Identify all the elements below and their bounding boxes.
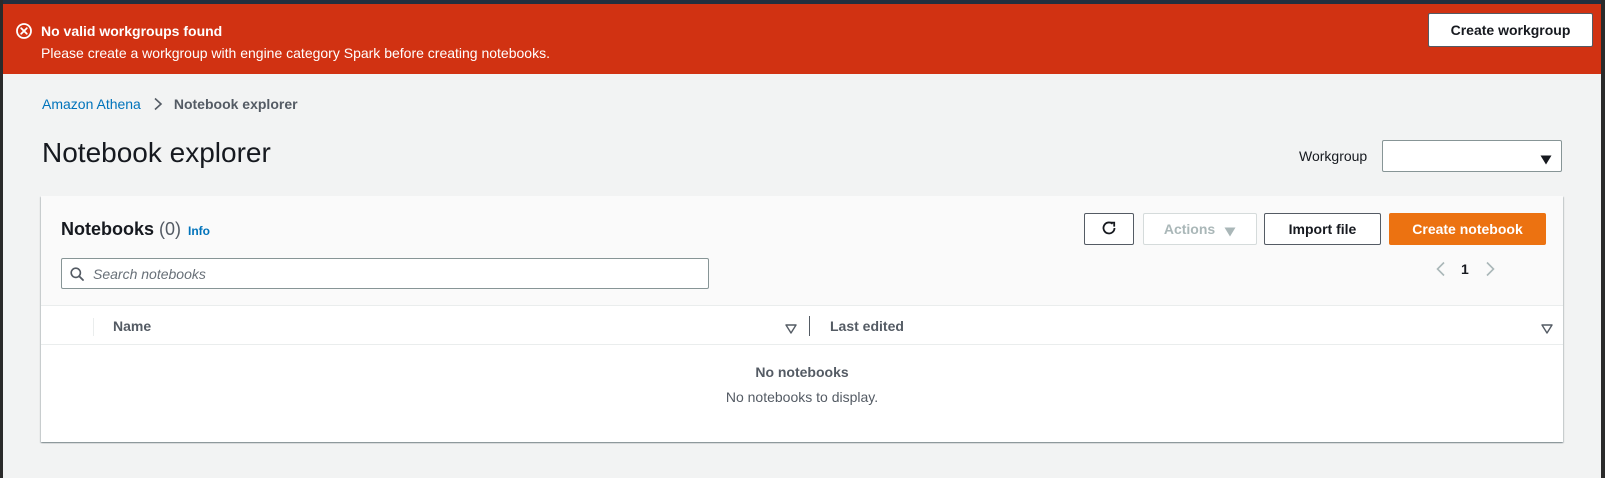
- caret-down-icon: [1224, 224, 1236, 237]
- breadcrumb-amazon-athena-link[interactable]: Amazon Athena: [42, 96, 141, 112]
- column-divider: [93, 318, 94, 336]
- create-notebook-button[interactable]: Create notebook: [1389, 213, 1546, 245]
- chevron-right-icon[interactable]: [1483, 261, 1497, 277]
- error-alert-banner: No valid workgroups found Please create …: [3, 4, 1601, 74]
- workgroup-label: Workgroup: [1299, 148, 1368, 164]
- empty-state-title: No notebooks: [755, 364, 849, 380]
- actions-label: Actions: [1163, 221, 1216, 237]
- search-notebooks-field[interactable]: [61, 258, 709, 289]
- notebooks-panel-header: Notebooks (0) Info Actions Import file C…: [41, 196, 1563, 306]
- import-file-button[interactable]: Import file: [1264, 213, 1381, 245]
- search-input[interactable]: [93, 259, 693, 288]
- chevron-left-icon[interactable]: [1434, 261, 1448, 277]
- breadcrumb: Amazon Athena Notebook explorer: [42, 96, 298, 112]
- error-circle-icon: [15, 22, 33, 40]
- column-resize-handle[interactable]: [809, 316, 810, 336]
- column-header-last-edited[interactable]: Last edited: [830, 318, 904, 334]
- refresh-button[interactable]: [1084, 213, 1134, 245]
- notebooks-count: (0): [159, 219, 182, 239]
- workgroup-select[interactable]: [1382, 140, 1562, 172]
- search-icon: [70, 267, 84, 281]
- window-edge-right: [1601, 0, 1605, 478]
- breadcrumb-current: Notebook explorer: [173, 96, 298, 112]
- create-workgroup-button[interactable]: Create workgroup: [1428, 13, 1593, 47]
- empty-state-message: No notebooks to display.: [725, 389, 879, 405]
- chevron-right-icon: [152, 97, 164, 111]
- notebooks-title: Notebooks: [61, 219, 155, 239]
- refresh-icon: [1100, 219, 1118, 240]
- actions-dropdown-button[interactable]: Actions: [1143, 213, 1257, 245]
- sort-caret-icon[interactable]: [785, 321, 797, 334]
- column-header-name[interactable]: Name: [113, 318, 151, 334]
- caret-down-icon: [1540, 152, 1552, 165]
- table-header: Name Last edited: [41, 306, 1563, 345]
- notebooks-panel: Notebooks (0) Info Actions Import file C…: [41, 196, 1563, 442]
- current-page-number[interactable]: 1: [1461, 261, 1469, 277]
- page-title: Notebook explorer: [42, 137, 271, 168]
- notebooks-heading: Notebooks (0): [61, 219, 181, 240]
- alert-message: Please create a workgroup with engine ca…: [41, 45, 550, 61]
- pagination: 1: [1434, 261, 1497, 277]
- sort-caret-icon[interactable]: [1541, 321, 1553, 334]
- info-link[interactable]: Info: [188, 224, 210, 238]
- alert-title: No valid workgroups found: [41, 23, 223, 39]
